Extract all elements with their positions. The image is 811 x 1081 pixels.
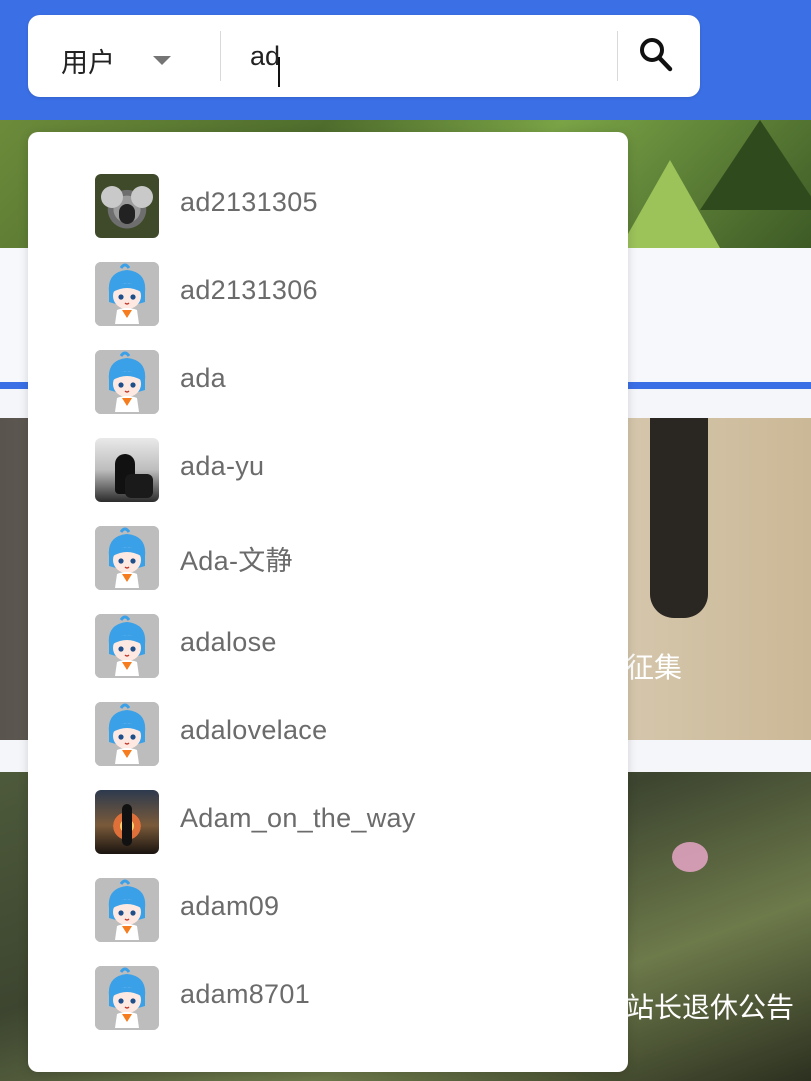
divider xyxy=(617,31,618,81)
suggestion-username: adalovelace xyxy=(180,715,328,745)
suggestion-username: ada xyxy=(180,363,226,393)
avatar xyxy=(95,614,159,678)
avatar xyxy=(95,438,159,502)
avatar xyxy=(95,878,159,942)
search-suggestions-dropdown: ad2131305 ad2131306 ada ada-yu Ada-文静 ada… xyxy=(28,132,628,1072)
suggestion-item[interactable]: ada-yu xyxy=(28,428,628,516)
avatar xyxy=(95,262,159,326)
suggestion-username: ad2131305 xyxy=(180,187,318,217)
suggestion-item[interactable]: ada xyxy=(28,340,628,428)
avatar xyxy=(95,966,159,1030)
warning-sign-image xyxy=(650,418,708,618)
avatar xyxy=(95,174,159,238)
avatar xyxy=(95,526,159,590)
suggestion-username: adalose xyxy=(180,627,277,657)
search-box: 用户 xyxy=(28,15,700,97)
suggestion-item[interactable]: Adam_on_the_way xyxy=(28,780,628,868)
suggestion-item[interactable]: Ada-文静 xyxy=(28,516,628,604)
search-scope-select[interactable]: 用户 xyxy=(28,15,220,97)
suggestion-item[interactable]: adam09 xyxy=(28,868,628,956)
search-button[interactable] xyxy=(620,15,700,97)
avatar xyxy=(95,790,159,854)
search-icon xyxy=(640,38,673,72)
text-cursor xyxy=(278,57,280,87)
search-scope-label: 用户 xyxy=(61,48,115,78)
suggestion-item[interactable]: ad2131305 xyxy=(28,164,628,252)
chevron-down-icon xyxy=(153,56,171,65)
suggestion-username: adam8701 xyxy=(180,979,311,1009)
avatar xyxy=(95,350,159,414)
suggestion-item[interactable]: adalovelace xyxy=(28,692,628,780)
card-caption: 站长退休公告 xyxy=(626,992,795,1023)
suggestion-item[interactable]: adam8701 xyxy=(28,956,628,1044)
card-caption: 征集 xyxy=(626,652,683,683)
suggestion-username: ada-yu xyxy=(180,451,265,481)
avatar xyxy=(95,702,159,766)
blossom-image xyxy=(672,842,708,872)
suggestion-username: ad2131306 xyxy=(180,275,318,305)
suggestion-item[interactable]: adalose xyxy=(28,604,628,692)
suggestion-username: Adam_on_the_way xyxy=(180,803,416,833)
suggestion-item[interactable]: ad2131306 xyxy=(28,252,628,340)
suggestion-username: adam09 xyxy=(180,891,280,921)
search-input[interactable] xyxy=(250,35,610,77)
divider xyxy=(220,31,221,81)
suggestion-username: Ada-文静 xyxy=(180,546,293,576)
